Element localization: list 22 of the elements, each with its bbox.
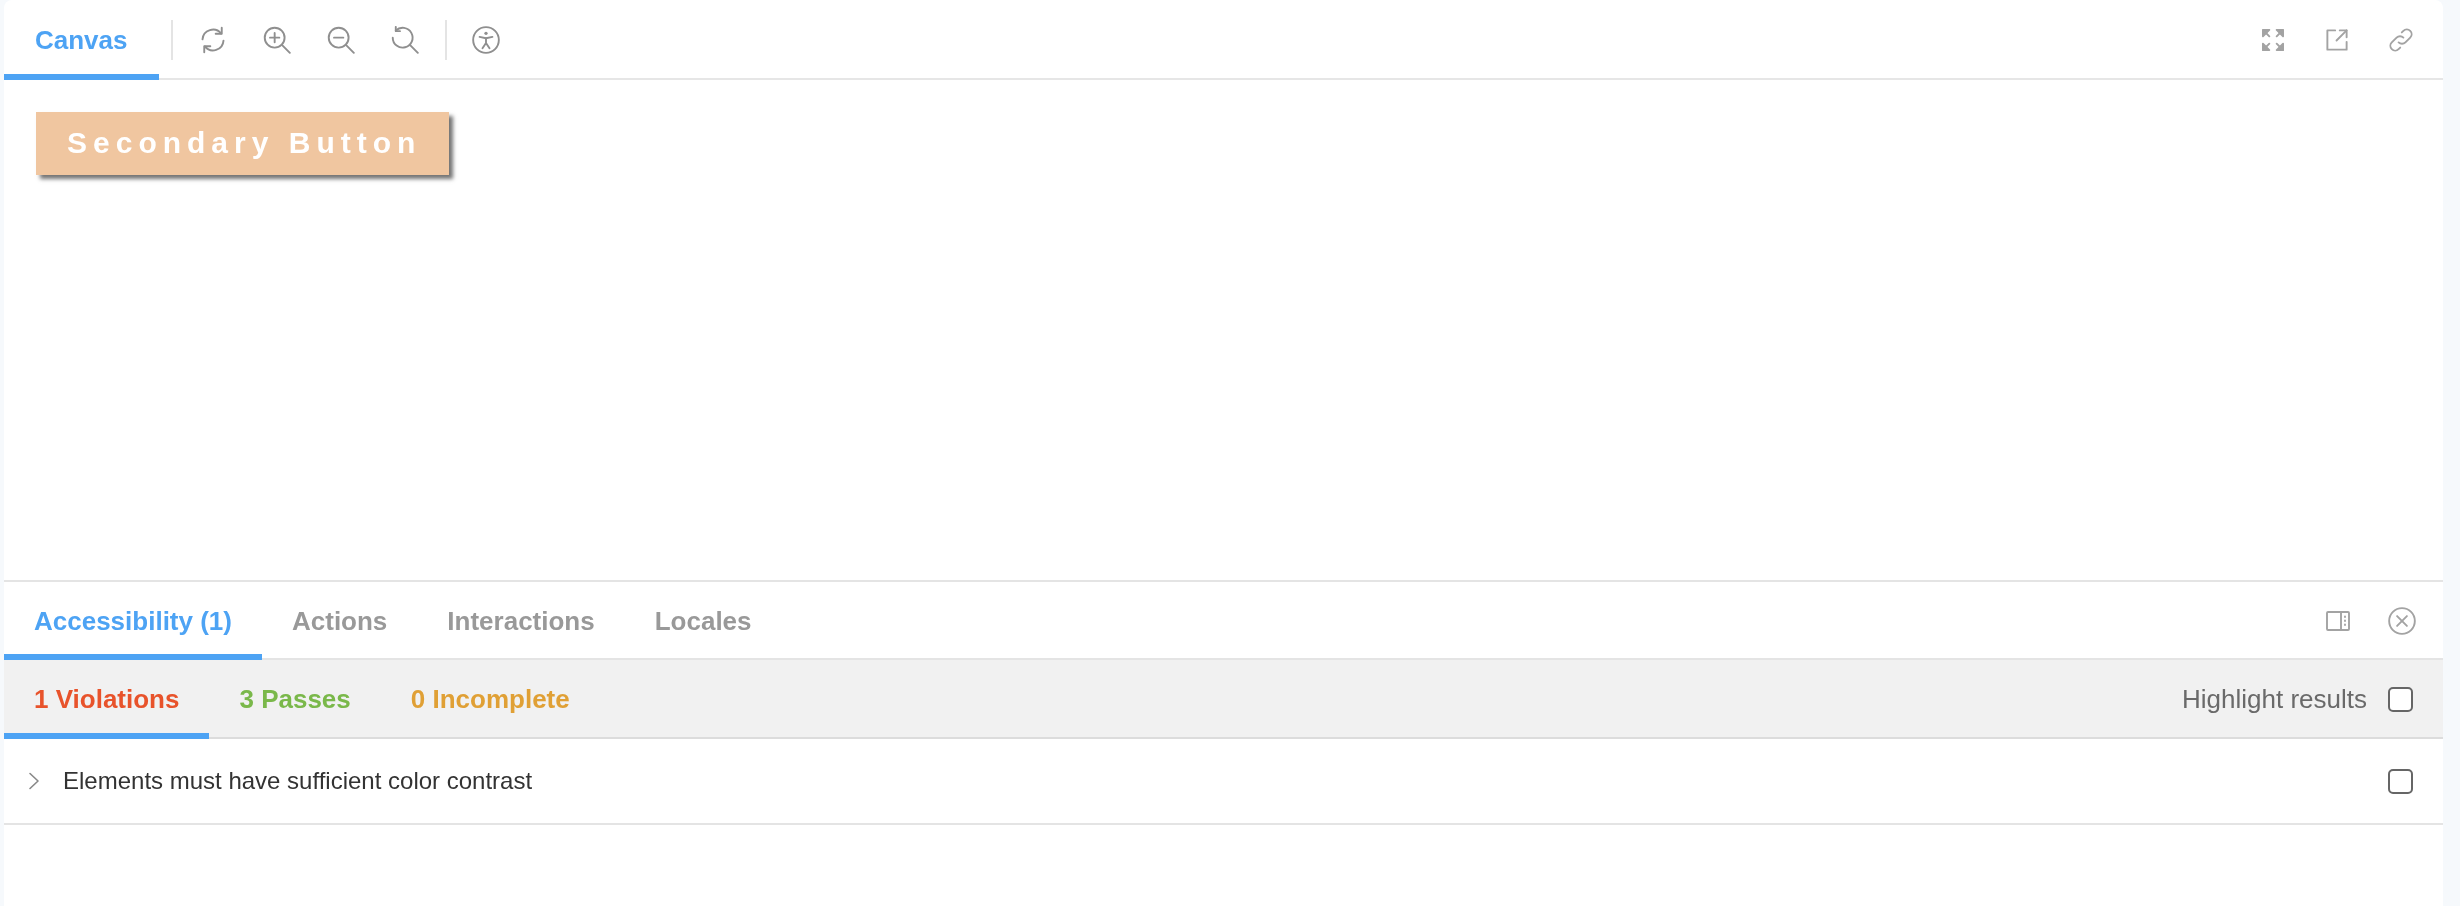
sidebar-layout-icon[interactable] xyxy=(2326,611,2350,631)
tab[interactable]: Interactions xyxy=(417,582,625,660)
highlight-label[interactable]: Highlight results xyxy=(2182,680,2367,719)
accessibility-icon[interactable] xyxy=(471,26,500,54)
external-link-icon[interactable] xyxy=(2326,29,2348,51)
checkbox[interactable] xyxy=(2388,768,2413,794)
zoom-in-icon[interactable] xyxy=(262,26,291,54)
tab[interactable]: Locales xyxy=(624,582,782,660)
tab[interactable]: Canvas xyxy=(4,0,159,80)
link-icon[interactable] xyxy=(2389,28,2413,52)
tab[interactable]: Actions xyxy=(262,582,418,660)
secondary-button[interactable]: Secondary Button xyxy=(36,112,450,175)
checkbox[interactable] xyxy=(2388,687,2413,712)
zoom-out-icon[interactable] xyxy=(326,26,355,54)
tab[interactable]: 1 Violations xyxy=(4,660,210,739)
zoom-reset-icon[interactable] xyxy=(390,26,419,54)
chevron-icon[interactable] xyxy=(28,772,40,790)
fullscreen-icon[interactable] xyxy=(2262,29,2284,51)
result-title[interactable]: Elements must have sufficient color contrast xyxy=(63,763,533,799)
tab[interactable]: 0 Incomplete xyxy=(380,660,600,739)
tab[interactable]: 3 Passes xyxy=(209,660,381,739)
close-icon[interactable] xyxy=(2388,607,2416,635)
